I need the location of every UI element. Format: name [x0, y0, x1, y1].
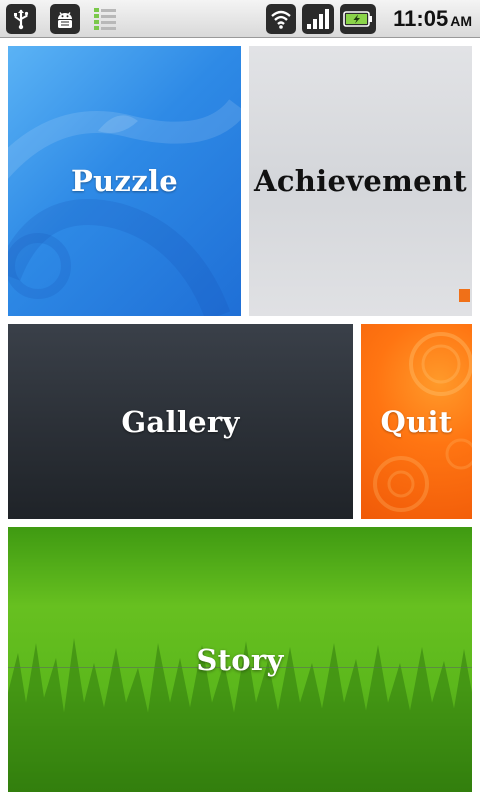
- clock-ampm: AM: [450, 13, 472, 29]
- puzzle-label: Puzzle: [70, 164, 179, 198]
- quit-tile[interactable]: Quit: [361, 324, 472, 519]
- puzzle-tile[interactable]: Puzzle: [8, 46, 241, 316]
- orange-marker: [459, 289, 470, 302]
- wifi-icon: [266, 4, 296, 34]
- gallery-tile[interactable]: Gallery: [8, 324, 353, 519]
- quit-label: Quit: [380, 404, 453, 439]
- status-bar: 11:05 AM: [0, 0, 480, 38]
- story-label: Story: [196, 642, 284, 677]
- battery-charging-icon: [340, 4, 376, 34]
- android-debug-icon: [50, 4, 80, 34]
- status-clock: 11:05 AM: [393, 6, 472, 34]
- story-tile[interactable]: Story: [8, 527, 472, 792]
- cell-signal-icon: [302, 4, 334, 34]
- usb-icon: [6, 4, 36, 34]
- signal-bars-icon: [90, 4, 120, 34]
- clock-time: 11:05: [393, 6, 449, 31]
- gallery-label: Gallery: [121, 404, 240, 439]
- achievement-label: Achievement: [254, 164, 467, 198]
- achievement-tile[interactable]: Achievement: [249, 46, 472, 316]
